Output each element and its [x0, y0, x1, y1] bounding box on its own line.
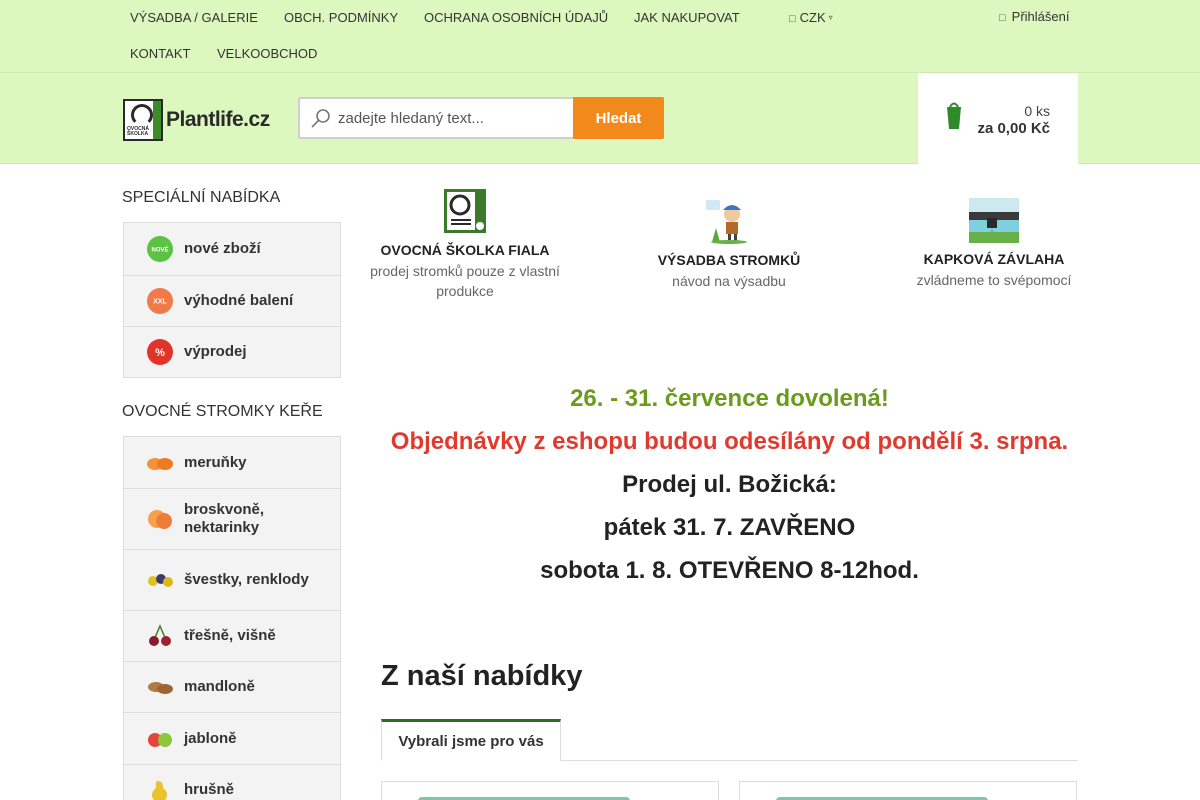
tab-recommended[interactable]: Vybrali jsme pro vás	[381, 719, 561, 761]
feature-title: KAPKOVÁ ZÁVLAHA	[923, 251, 1065, 267]
product-card[interactable]	[739, 781, 1077, 800]
apple-icon	[148, 732, 172, 747]
sidebar-item-pears[interactable]: hrušně	[124, 764, 340, 800]
sidebar-item-almonds[interactable]: mandloně	[124, 661, 340, 712]
feature-nursery[interactable]: OVOCNÁ ŠKOLKA Fiala prodej stromků pouze…	[355, 188, 575, 301]
feature-subtitle: návod na výsadbu	[672, 273, 786, 289]
sidebar-item-label: jabloně	[184, 729, 237, 747]
nursery-logo-icon	[444, 189, 486, 233]
site-header: OVOCNÁ ŠKOLKA Plantlife.cz Hledat 0 ks z…	[0, 72, 1200, 164]
logo-mark-icon: OVOCNÁ ŠKOLKA	[123, 99, 163, 141]
pear-icon	[152, 781, 168, 800]
cart-summary[interactable]: 0 ks za 0,00 Kč	[918, 73, 1078, 164]
search-icon	[311, 109, 330, 128]
sidebar-item-cherries[interactable]: třešně, višně	[124, 610, 340, 661]
fruit-trees-list: meruňky broskvoně, nektarinky švestky, r…	[123, 436, 341, 800]
sidebar-item-label: třešně, višně	[184, 627, 276, 644]
sidebar-item-label: broskvoně, nektarinky	[184, 501, 265, 536]
search-field	[298, 97, 575, 139]
offer-section-title: Z naší nabídky	[381, 660, 583, 692]
sidebar-item-sale[interactable]: % výprodej	[124, 326, 340, 377]
badge-xxl-text: XXL	[153, 299, 167, 306]
special-offer-heading: SPECIÁLNÍ NABÍDKA	[122, 189, 281, 206]
sidebar-item-label: švestky, renklody	[184, 571, 309, 588]
nav-link-terms[interactable]: OBCH. PODMÍNKY	[284, 10, 398, 25]
sidebar-item-label: meruňky	[184, 453, 247, 471]
product-card[interactable]	[381, 781, 719, 800]
apricot-icon	[147, 457, 173, 470]
sidebar-item-label: výprodej	[184, 343, 247, 360]
search-input[interactable]	[338, 99, 568, 137]
sidebar-item-plums[interactable]: švestky, renklody	[124, 549, 340, 610]
percent-badge-icon: %	[147, 339, 173, 365]
search-button[interactable]: Hledat	[573, 97, 664, 139]
sidebar-item-label: hrušně	[184, 781, 235, 798]
announcement-shipping: Objednávky z eshopu budou odesílány od p…	[390, 428, 1069, 455]
sidebar-item-label: výhodné balení	[184, 292, 294, 309]
badge-new-text: NOVÉ	[151, 246, 168, 254]
nav-link-wholesale[interactable]: VELKOOBCHOD	[217, 46, 317, 61]
login-label: Přihlášení	[1011, 9, 1070, 24]
sidebar-item-label: mandloně	[184, 678, 255, 695]
chevron-down-icon: ▿	[828, 13, 833, 22]
new-badge-icon: NOVÉ	[147, 236, 173, 262]
feature-title: VÝSADBA STROMKŮ	[657, 252, 801, 268]
sidebar-item-apples[interactable]: jabloně	[124, 712, 340, 764]
announcement-store-heading: Prodej ul. Božická:	[622, 471, 837, 498]
site-logo[interactable]: OVOCNÁ ŠKOLKA Plantlife.cz	[123, 98, 283, 142]
user-icon: □	[999, 12, 1006, 24]
logo-text: Plantlife.cz	[166, 108, 270, 131]
badge-sale-text: %	[155, 347, 165, 359]
sidebar-item-apricots[interactable]: meruňky	[124, 437, 340, 488]
top-navigation: VÝSADBA / GALERIE OBCH. PODMÍNKY OCHRANA…	[0, 0, 1200, 72]
special-offer-list: NOVÉ nové zboží XXL výhodné balení % výp…	[123, 222, 341, 378]
sidebar-item-new[interactable]: NOVÉ nové zboží	[124, 223, 340, 275]
plum-icon	[148, 574, 173, 587]
fruit-trees-heading: OVOCNÉ STROMKY KEŘE	[122, 403, 323, 420]
nav-link-privacy[interactable]: OCHRANA OSOBNÍCH ÚDAJŮ	[424, 10, 608, 25]
peach-icon	[148, 510, 172, 529]
nav-link-how-to-buy[interactable]: JAK NAKUPOVAT	[634, 10, 740, 25]
xxl-badge-icon: XXL	[147, 288, 173, 314]
cart-total: za 0,00 Kč	[977, 120, 1050, 137]
currency-selector[interactable]: □ CZK ▿	[789, 10, 833, 25]
feature-irrigation[interactable]: KAPKOVÁ ZÁVLAHA zvládneme to svépomocí	[884, 198, 1104, 290]
nav-link-contact[interactable]: KONTAKT	[130, 46, 190, 61]
gardener-icon	[706, 200, 747, 244]
feature-title: OVOCNÁ ŠKOLKA Fiala	[380, 242, 550, 258]
cart-icon	[947, 102, 961, 129]
cart-count: 0 ks	[1024, 103, 1050, 119]
drip-irrigation-icon	[969, 198, 1019, 243]
currency-label: CZK	[799, 10, 826, 25]
sidebar-item-peaches[interactable]: broskvoně, nektarinky	[124, 488, 340, 549]
feature-subtitle: zvládneme to svépomocí	[916, 272, 1072, 288]
feature-planting[interactable]: VÝSADBA STROMKŮ návod na výsadbu	[619, 198, 839, 291]
almond-icon	[148, 682, 173, 694]
sidebar-item-label: nové zboží	[184, 240, 261, 257]
sidebar-item-bulk[interactable]: XXL výhodné balení	[124, 275, 340, 326]
nav-link-gallery[interactable]: VÝSADBA / GALERIE	[130, 10, 258, 25]
logo-badge-text: OVOCNÁ ŠKOLKA	[127, 126, 149, 137]
cherry-icon	[149, 624, 171, 646]
login-link[interactable]: □ Přihlášení	[999, 9, 1069, 24]
announcement-friday: pátek 31. 7. ZAVŘENO	[603, 514, 856, 541]
feature-subtitle: prodej stromků pouze z vlastní produkce	[370, 263, 560, 299]
currency-icon: □	[789, 13, 796, 25]
announcement-holiday: 26. - 31. července dovolená!	[570, 385, 889, 412]
announcement-saturday: sobota 1. 8. OTEVŘENO 8-12hod.	[540, 557, 919, 584]
